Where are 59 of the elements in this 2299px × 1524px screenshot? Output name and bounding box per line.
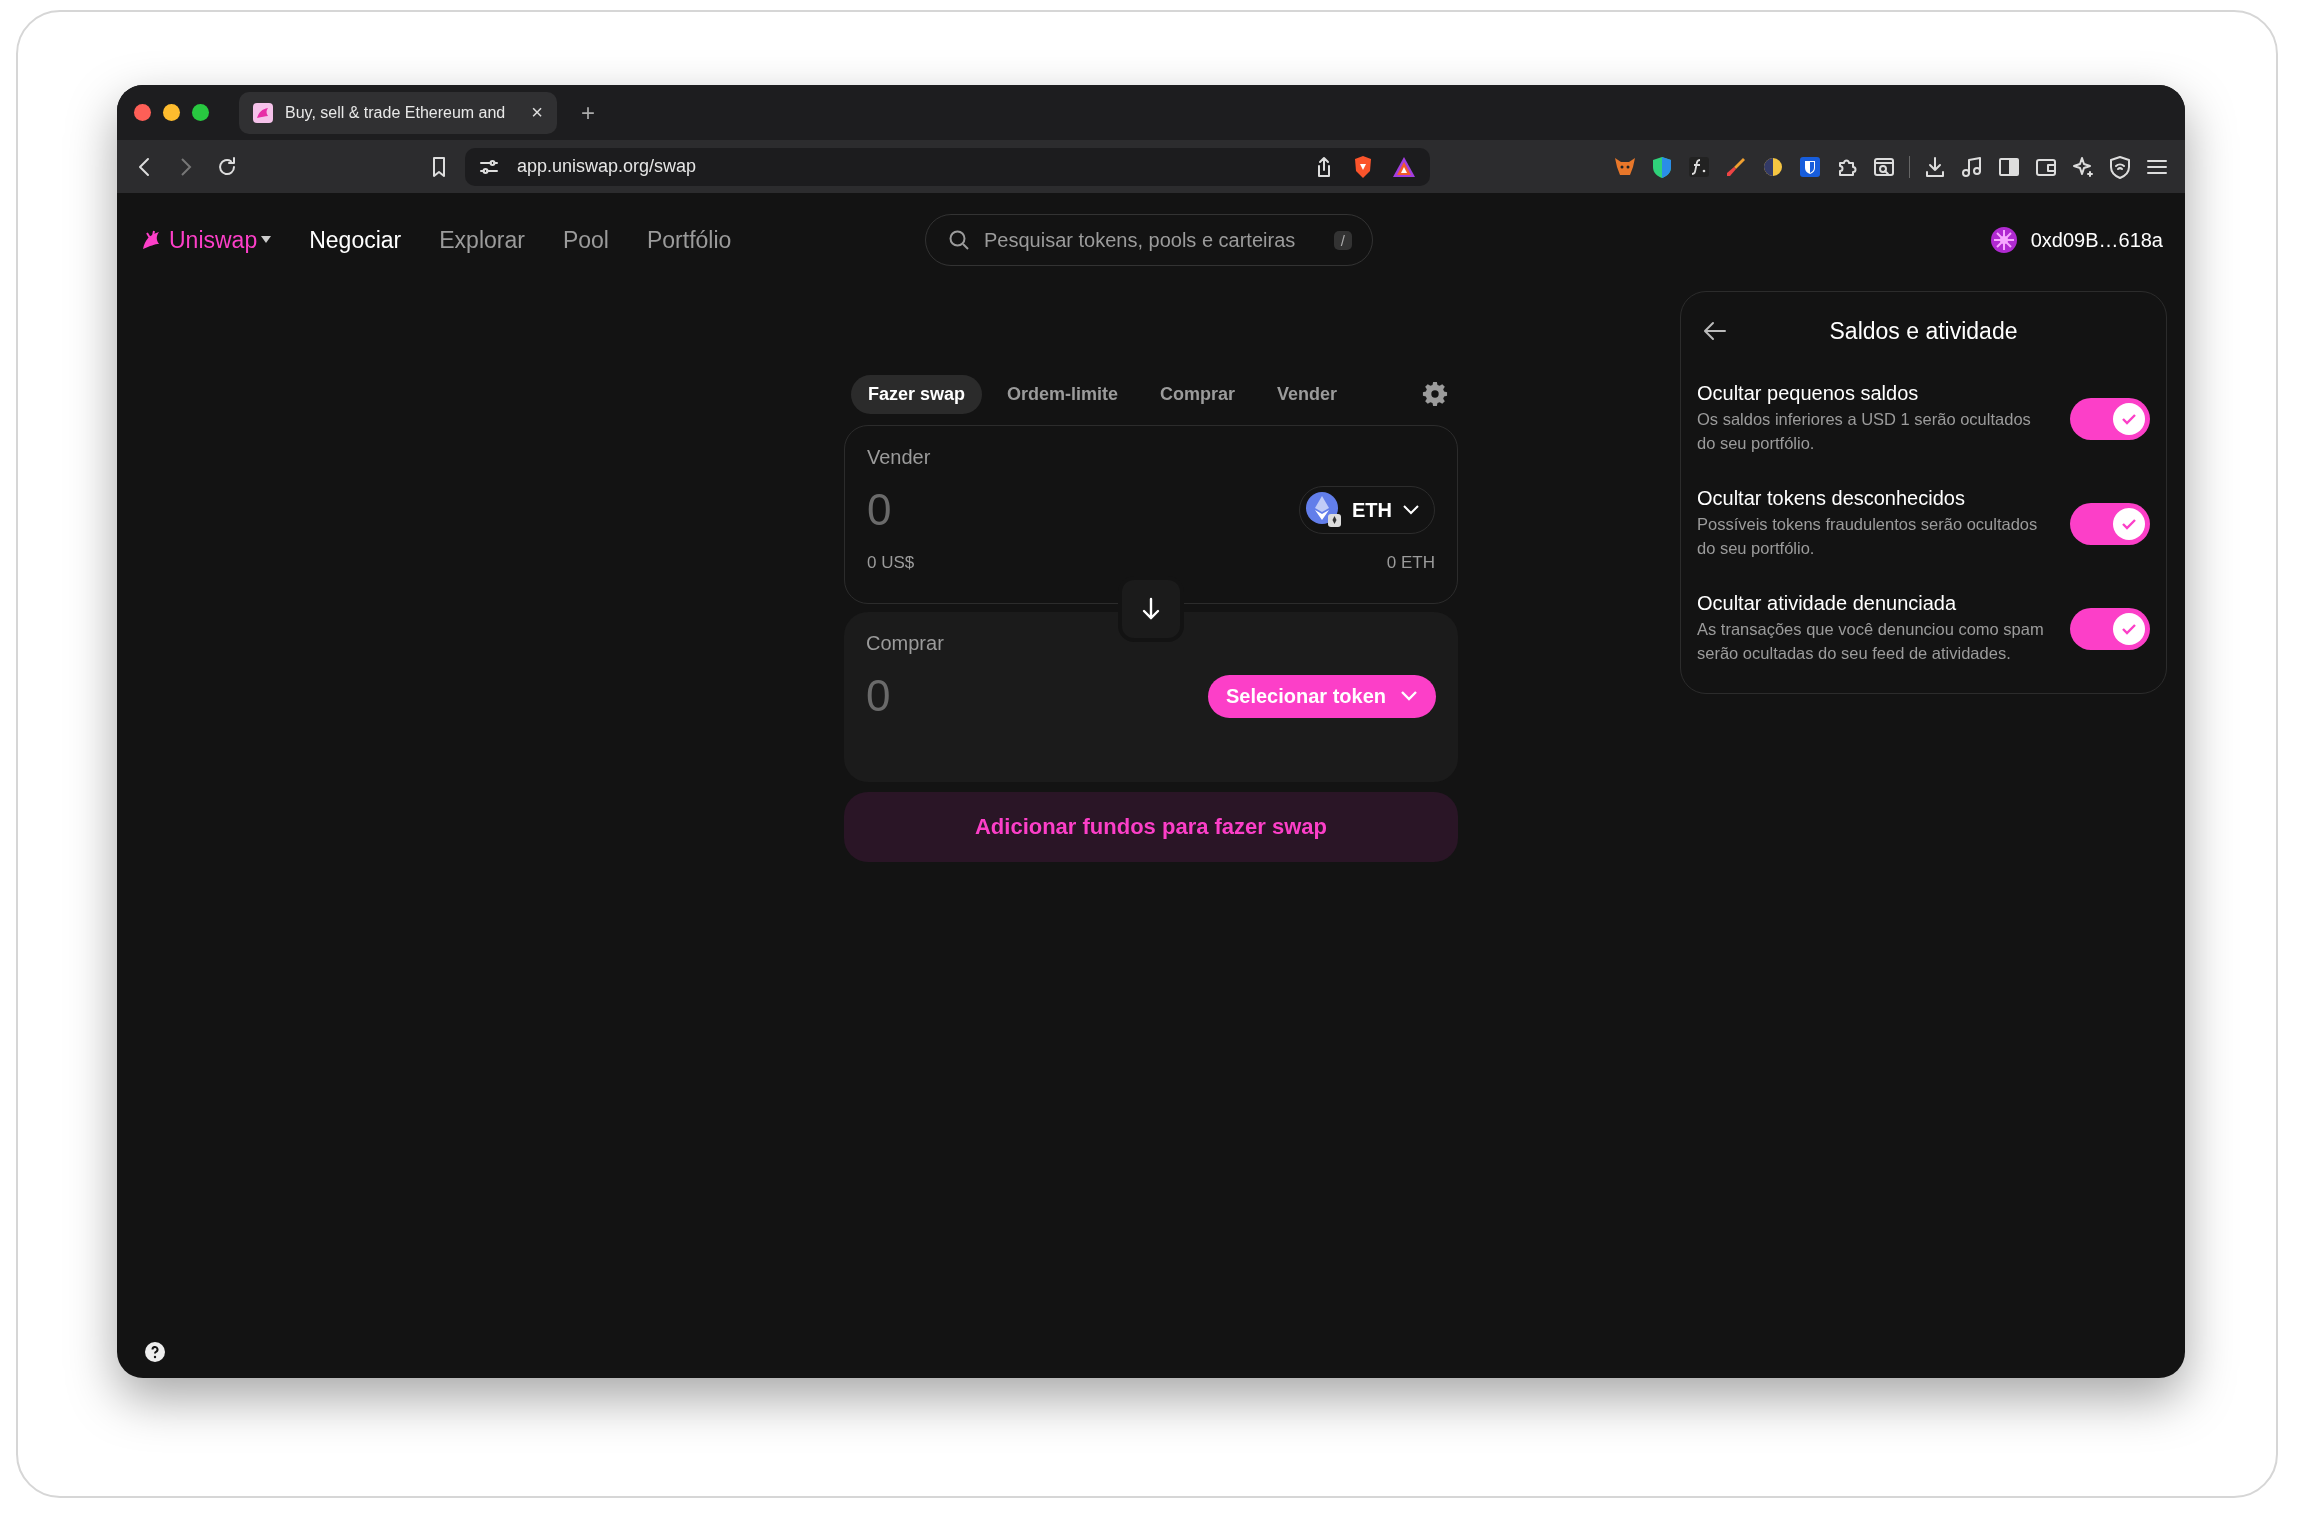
- nav-link[interactable]: Portfólio: [646, 226, 732, 254]
- back-arrow-icon[interactable]: [1703, 321, 1727, 341]
- setting-description: Os saldos inferiores a USD 1 serão ocultados do seu portfólio.: [1697, 409, 2032, 454]
- tab-title: Buy, sell & trade Ethereum and: [285, 103, 507, 122]
- music-note-icon[interactable]: [1960, 154, 1984, 179]
- setting-title: Ocultar tokens desconhecidos: [1697, 487, 1966, 510]
- setting-title: Ocultar atividade denunciada: [1697, 592, 1958, 615]
- chevron-down-icon: [1402, 504, 1420, 516]
- triangle-icon: [1392, 155, 1416, 178]
- nav-link[interactable]: Negociar: [309, 226, 402, 254]
- shield-icon[interactable]: [2108, 154, 2132, 179]
- token-balance: 0 ETH: [1386, 553, 1435, 573]
- search-icon: [948, 229, 970, 251]
- url-text: app.uniswap.org/swap: [517, 156, 698, 177]
- fiat-value: 0 US$: [867, 553, 915, 573]
- help-icon[interactable]: [145, 1342, 165, 1362]
- address-bar[interactable]: app.uniswap.org/swap: [465, 147, 1430, 186]
- swap-tab[interactable]: Comprar: [1143, 374, 1253, 414]
- search-placeholder: Pesquisar tokens, pools e carteiras: [984, 228, 1297, 252]
- window-control-button[interactable]: [134, 104, 151, 121]
- chevron-down-icon: [1400, 690, 1418, 702]
- new-tab-button[interactable]: +: [581, 98, 595, 127]
- shield-icon[interactable]: [1650, 154, 1674, 179]
- avatar-icon: [1990, 227, 2017, 253]
- check-icon: [2121, 517, 2137, 530]
- swap-tab[interactable]: Vender: [1260, 374, 1355, 414]
- setting-description: As transações que você denunciou como spam serão ocultadas do seu feed de atividades.: [1697, 619, 2045, 664]
- nav-link[interactable]: Pool: [562, 226, 609, 254]
- shortcut-key: /: [1333, 230, 1352, 250]
- wallet-address[interactable]: 0xd09B…618a: [2030, 228, 2163, 252]
- toggle-switch[interactable]: [2070, 607, 2150, 650]
- check-icon: [2121, 622, 2137, 635]
- amount-field[interactable]: 0: [866, 671, 1066, 721]
- check-icon: [2121, 412, 2137, 425]
- sell-label: Vender: [867, 446, 931, 469]
- ethereum-icon: [1306, 492, 1342, 528]
- panel-title: Saldos e atividade: [1829, 317, 2018, 345]
- nav-link[interactable]: Explorar: [439, 226, 525, 254]
- add-funds-button[interactable]: Adicionar fundos para fazer swap: [844, 792, 1458, 862]
- setting-title: Ocultar pequenos saldos: [1697, 382, 1920, 405]
- toggle-switch[interactable]: [2070, 397, 2150, 440]
- window-control-button[interactable]: [192, 104, 209, 121]
- formula-icon[interactable]: [1687, 154, 1711, 179]
- shield-icon[interactable]: [1798, 154, 1822, 179]
- caret-icon: [261, 236, 272, 244]
- settings-icon[interactable]: [1422, 381, 1448, 407]
- logo-text[interactable]: Uniswap: [169, 226, 258, 254]
- swap-tab[interactable]: Ordem-limite: [990, 374, 1136, 414]
- buy-label: Comprar: [866, 632, 944, 655]
- window-control-button[interactable]: [163, 104, 180, 121]
- amount-field[interactable]: 0: [867, 485, 1067, 535]
- browser-tab[interactable]: Buy, sell & trade Ethereum and ×: [239, 91, 557, 134]
- setting-description: Possíveis tokens fraudulentos serão ocultados do seu portfólio.: [1697, 514, 2039, 559]
- download-icon[interactable]: [1923, 154, 1947, 179]
- swap-tab[interactable]: Fazer swap: [851, 374, 983, 414]
- close-tab-button[interactable]: ×: [531, 101, 543, 124]
- toggle-switch[interactable]: [2070, 502, 2150, 545]
- sparkle-icon[interactable]: [2071, 154, 2095, 179]
- arrow-down-icon: [1141, 597, 1161, 621]
